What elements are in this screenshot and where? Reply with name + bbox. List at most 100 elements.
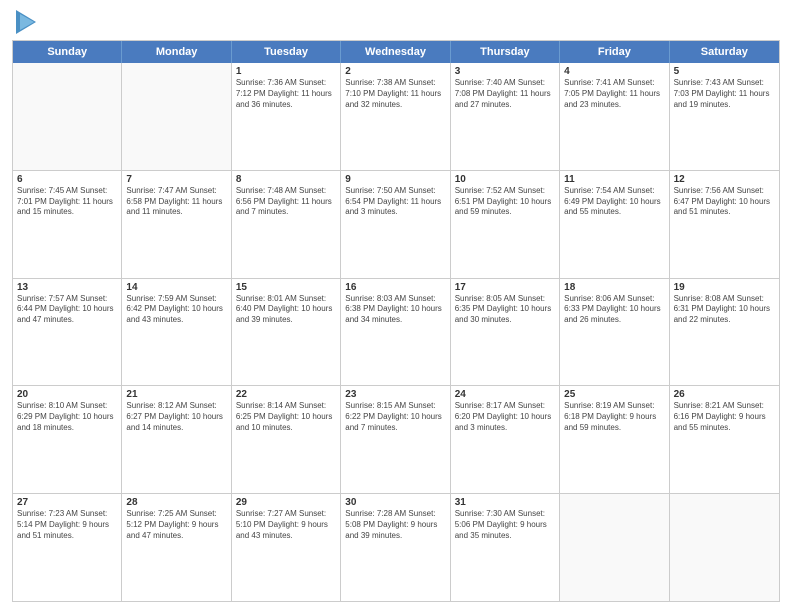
day-number: 15	[236, 282, 336, 293]
day-info: Sunrise: 7:56 AM Sunset: 6:47 PM Dayligh…	[674, 186, 775, 218]
calendar-body: 1Sunrise: 7:36 AM Sunset: 7:12 PM Daylig…	[13, 63, 779, 601]
calendar-cell: 4Sunrise: 7:41 AM Sunset: 7:05 PM Daylig…	[560, 63, 669, 170]
day-info: Sunrise: 7:57 AM Sunset: 6:44 PM Dayligh…	[17, 294, 117, 326]
day-number: 31	[455, 497, 555, 508]
calendar-cell: 6Sunrise: 7:45 AM Sunset: 7:01 PM Daylig…	[13, 171, 122, 278]
day-number: 3	[455, 66, 555, 77]
day-number: 5	[674, 66, 775, 77]
day-number: 12	[674, 174, 775, 185]
day-info: Sunrise: 7:48 AM Sunset: 6:56 PM Dayligh…	[236, 186, 336, 218]
calendar-cell: 25Sunrise: 8:19 AM Sunset: 6:18 PM Dayli…	[560, 386, 669, 493]
calendar-cell: 28Sunrise: 7:25 AM Sunset: 5:12 PM Dayli…	[122, 494, 231, 601]
day-info: Sunrise: 7:59 AM Sunset: 6:42 PM Dayligh…	[126, 294, 226, 326]
calendar-cell: 14Sunrise: 7:59 AM Sunset: 6:42 PM Dayli…	[122, 279, 231, 386]
calendar-cell	[560, 494, 669, 601]
day-info: Sunrise: 7:30 AM Sunset: 5:06 PM Dayligh…	[455, 509, 555, 541]
calendar-week: 1Sunrise: 7:36 AM Sunset: 7:12 PM Daylig…	[13, 63, 779, 171]
day-number: 30	[345, 497, 445, 508]
day-number: 1	[236, 66, 336, 77]
calendar-cell: 22Sunrise: 8:14 AM Sunset: 6:25 PM Dayli…	[232, 386, 341, 493]
calendar-cell	[13, 63, 122, 170]
calendar-header: SundayMondayTuesdayWednesdayThursdayFrid…	[13, 41, 779, 63]
calendar-cell: 7Sunrise: 7:47 AM Sunset: 6:58 PM Daylig…	[122, 171, 231, 278]
calendar-cell: 16Sunrise: 8:03 AM Sunset: 6:38 PM Dayli…	[341, 279, 450, 386]
day-info: Sunrise: 8:01 AM Sunset: 6:40 PM Dayligh…	[236, 294, 336, 326]
day-info: Sunrise: 8:10 AM Sunset: 6:29 PM Dayligh…	[17, 401, 117, 433]
day-info: Sunrise: 7:38 AM Sunset: 7:10 PM Dayligh…	[345, 78, 445, 110]
day-number: 25	[564, 389, 664, 400]
calendar-cell	[670, 494, 779, 601]
day-info: Sunrise: 8:17 AM Sunset: 6:20 PM Dayligh…	[455, 401, 555, 433]
day-number: 8	[236, 174, 336, 185]
day-info: Sunrise: 7:47 AM Sunset: 6:58 PM Dayligh…	[126, 186, 226, 218]
day-number: 16	[345, 282, 445, 293]
calendar-cell: 31Sunrise: 7:30 AM Sunset: 5:06 PM Dayli…	[451, 494, 560, 601]
day-number: 9	[345, 174, 445, 185]
day-number: 23	[345, 389, 445, 400]
day-number: 19	[674, 282, 775, 293]
calendar-cell: 29Sunrise: 7:27 AM Sunset: 5:10 PM Dayli…	[232, 494, 341, 601]
day-info: Sunrise: 7:43 AM Sunset: 7:03 PM Dayligh…	[674, 78, 775, 110]
calendar-cell: 10Sunrise: 7:52 AM Sunset: 6:51 PM Dayli…	[451, 171, 560, 278]
calendar-header-cell: Sunday	[13, 41, 122, 63]
day-number: 14	[126, 282, 226, 293]
day-info: Sunrise: 8:05 AM Sunset: 6:35 PM Dayligh…	[455, 294, 555, 326]
day-info: Sunrise: 7:27 AM Sunset: 5:10 PM Dayligh…	[236, 509, 336, 541]
day-info: Sunrise: 7:40 AM Sunset: 7:08 PM Dayligh…	[455, 78, 555, 110]
calendar-cell: 24Sunrise: 8:17 AM Sunset: 6:20 PM Dayli…	[451, 386, 560, 493]
day-number: 6	[17, 174, 117, 185]
page: SundayMondayTuesdayWednesdayThursdayFrid…	[0, 0, 792, 612]
day-number: 10	[455, 174, 555, 185]
day-number: 18	[564, 282, 664, 293]
calendar-cell: 18Sunrise: 8:06 AM Sunset: 6:33 PM Dayli…	[560, 279, 669, 386]
day-info: Sunrise: 7:36 AM Sunset: 7:12 PM Dayligh…	[236, 78, 336, 110]
day-info: Sunrise: 8:15 AM Sunset: 6:22 PM Dayligh…	[345, 401, 445, 433]
header	[12, 10, 780, 34]
day-info: Sunrise: 7:45 AM Sunset: 7:01 PM Dayligh…	[17, 186, 117, 218]
calendar-header-cell: Tuesday	[232, 41, 341, 63]
calendar-header-cell: Monday	[122, 41, 231, 63]
day-number: 20	[17, 389, 117, 400]
calendar-header-cell: Wednesday	[341, 41, 450, 63]
calendar-cell: 1Sunrise: 7:36 AM Sunset: 7:12 PM Daylig…	[232, 63, 341, 170]
day-info: Sunrise: 7:25 AM Sunset: 5:12 PM Dayligh…	[126, 509, 226, 541]
day-number: 13	[17, 282, 117, 293]
calendar-header-cell: Friday	[560, 41, 669, 63]
calendar-week: 6Sunrise: 7:45 AM Sunset: 7:01 PM Daylig…	[13, 171, 779, 279]
day-info: Sunrise: 8:12 AM Sunset: 6:27 PM Dayligh…	[126, 401, 226, 433]
calendar-header-cell: Thursday	[451, 41, 560, 63]
day-info: Sunrise: 7:52 AM Sunset: 6:51 PM Dayligh…	[455, 186, 555, 218]
calendar-cell: 13Sunrise: 7:57 AM Sunset: 6:44 PM Dayli…	[13, 279, 122, 386]
day-info: Sunrise: 7:50 AM Sunset: 6:54 PM Dayligh…	[345, 186, 445, 218]
calendar-header-cell: Saturday	[670, 41, 779, 63]
calendar: SundayMondayTuesdayWednesdayThursdayFrid…	[12, 40, 780, 602]
logo-icon	[16, 10, 36, 34]
calendar-cell: 9Sunrise: 7:50 AM Sunset: 6:54 PM Daylig…	[341, 171, 450, 278]
logo	[12, 10, 36, 34]
calendar-cell: 8Sunrise: 7:48 AM Sunset: 6:56 PM Daylig…	[232, 171, 341, 278]
day-number: 4	[564, 66, 664, 77]
calendar-cell: 3Sunrise: 7:40 AM Sunset: 7:08 PM Daylig…	[451, 63, 560, 170]
calendar-cell: 20Sunrise: 8:10 AM Sunset: 6:29 PM Dayli…	[13, 386, 122, 493]
calendar-cell: 23Sunrise: 8:15 AM Sunset: 6:22 PM Dayli…	[341, 386, 450, 493]
calendar-cell: 19Sunrise: 8:08 AM Sunset: 6:31 PM Dayli…	[670, 279, 779, 386]
day-info: Sunrise: 8:14 AM Sunset: 6:25 PM Dayligh…	[236, 401, 336, 433]
calendar-cell: 12Sunrise: 7:56 AM Sunset: 6:47 PM Dayli…	[670, 171, 779, 278]
day-info: Sunrise: 8:19 AM Sunset: 6:18 PM Dayligh…	[564, 401, 664, 433]
day-number: 22	[236, 389, 336, 400]
calendar-cell	[122, 63, 231, 170]
day-info: Sunrise: 8:03 AM Sunset: 6:38 PM Dayligh…	[345, 294, 445, 326]
day-info: Sunrise: 7:54 AM Sunset: 6:49 PM Dayligh…	[564, 186, 664, 218]
day-info: Sunrise: 7:23 AM Sunset: 5:14 PM Dayligh…	[17, 509, 117, 541]
calendar-cell: 5Sunrise: 7:43 AM Sunset: 7:03 PM Daylig…	[670, 63, 779, 170]
day-info: Sunrise: 7:41 AM Sunset: 7:05 PM Dayligh…	[564, 78, 664, 110]
day-number: 24	[455, 389, 555, 400]
day-number: 27	[17, 497, 117, 508]
calendar-cell: 17Sunrise: 8:05 AM Sunset: 6:35 PM Dayli…	[451, 279, 560, 386]
day-number: 21	[126, 389, 226, 400]
day-info: Sunrise: 7:28 AM Sunset: 5:08 PM Dayligh…	[345, 509, 445, 541]
day-number: 2	[345, 66, 445, 77]
calendar-cell: 21Sunrise: 8:12 AM Sunset: 6:27 PM Dayli…	[122, 386, 231, 493]
day-number: 7	[126, 174, 226, 185]
day-info: Sunrise: 8:08 AM Sunset: 6:31 PM Dayligh…	[674, 294, 775, 326]
